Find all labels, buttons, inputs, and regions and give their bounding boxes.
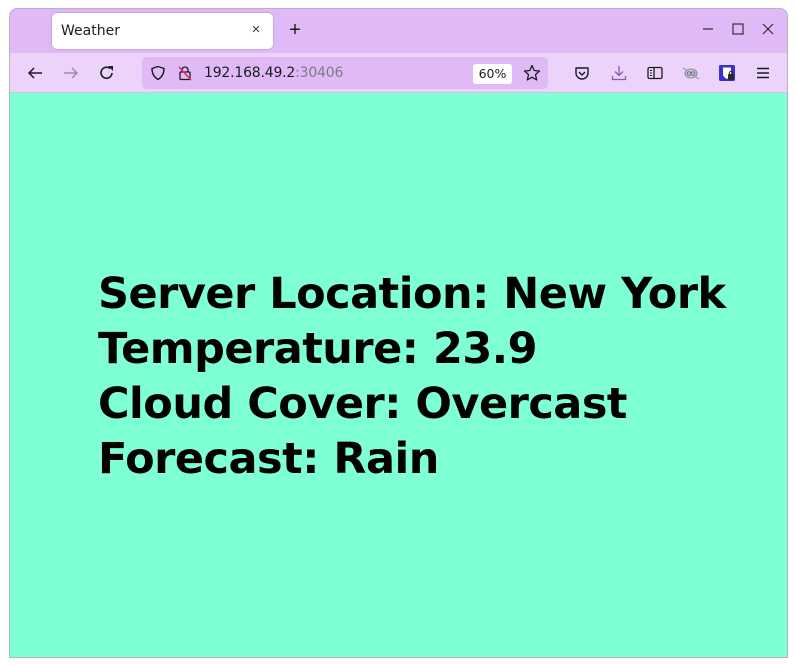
bookmark-star-icon: [523, 64, 541, 81]
close-window-button[interactable]: [758, 21, 778, 41]
pocket-icon: [575, 67, 589, 80]
tab-close-icon[interactable]: ×: [247, 21, 265, 39]
forecast-line: Forecast: Rain: [98, 434, 439, 484]
bitwarden-icon: [719, 65, 735, 81]
shield-icon: [151, 65, 165, 81]
url-bar[interactable]: 192.168.49.2:30406 60%: [142, 57, 548, 89]
back-icon: [27, 67, 42, 79]
forward-button[interactable]: [59, 61, 83, 85]
tracking-protection-shield[interactable]: [147, 62, 169, 84]
extension-button[interactable]: [680, 62, 702, 84]
new-tab-button[interactable]: +: [284, 19, 306, 41]
app-menu-button[interactable]: [752, 62, 774, 84]
minimize-icon: [703, 28, 713, 30]
close-icon: [762, 23, 774, 35]
reader-view-icon: [647, 66, 663, 80]
tab-weather[interactable]: Weather ×: [52, 13, 273, 49]
minimize-button[interactable]: [698, 21, 718, 41]
navigation-toolbar: 192.168.49.2:30406 60%: [10, 53, 787, 93]
url-host: 192.168.49.2: [204, 65, 296, 81]
menu-icon: [757, 67, 769, 79]
pocket-button[interactable]: [571, 62, 593, 84]
page-content: Server Location: New York Temperature: 2…: [10, 93, 787, 657]
connection-not-secure[interactable]: [174, 62, 196, 84]
cloud-cover-line: Cloud Cover: Overcast: [98, 379, 627, 429]
extension-icon: [682, 67, 700, 80]
url-port: :30406: [295, 65, 344, 81]
reload-icon: [100, 66, 113, 79]
reader-view-button[interactable]: [644, 62, 666, 84]
maximize-button[interactable]: [728, 21, 748, 41]
server-location-line: Server Location: New York: [98, 269, 726, 319]
title-bar: Weather × +: [10, 9, 787, 53]
reload-button[interactable]: [95, 61, 119, 85]
forward-icon: [64, 67, 79, 79]
download-icon: [611, 66, 627, 81]
downloads-button[interactable]: [608, 62, 630, 84]
tab-title: Weather: [61, 23, 120, 39]
bitwarden-button[interactable]: [716, 62, 738, 84]
back-button[interactable]: [23, 61, 47, 85]
temperature-line: Temperature: 23.9: [98, 324, 538, 374]
insecure-lock-icon: [178, 66, 192, 81]
bookmark-button[interactable]: [521, 62, 543, 84]
zoom-level-badge[interactable]: 60%: [473, 64, 512, 84]
maximize-icon: [732, 23, 744, 35]
weather-report: Server Location: New York Temperature: 2…: [98, 267, 726, 487]
browser-window: Weather × + 192.168.49.2:30406 60% Serve…: [9, 8, 788, 658]
url-text[interactable]: 192.168.49.2:30406: [204, 65, 343, 81]
